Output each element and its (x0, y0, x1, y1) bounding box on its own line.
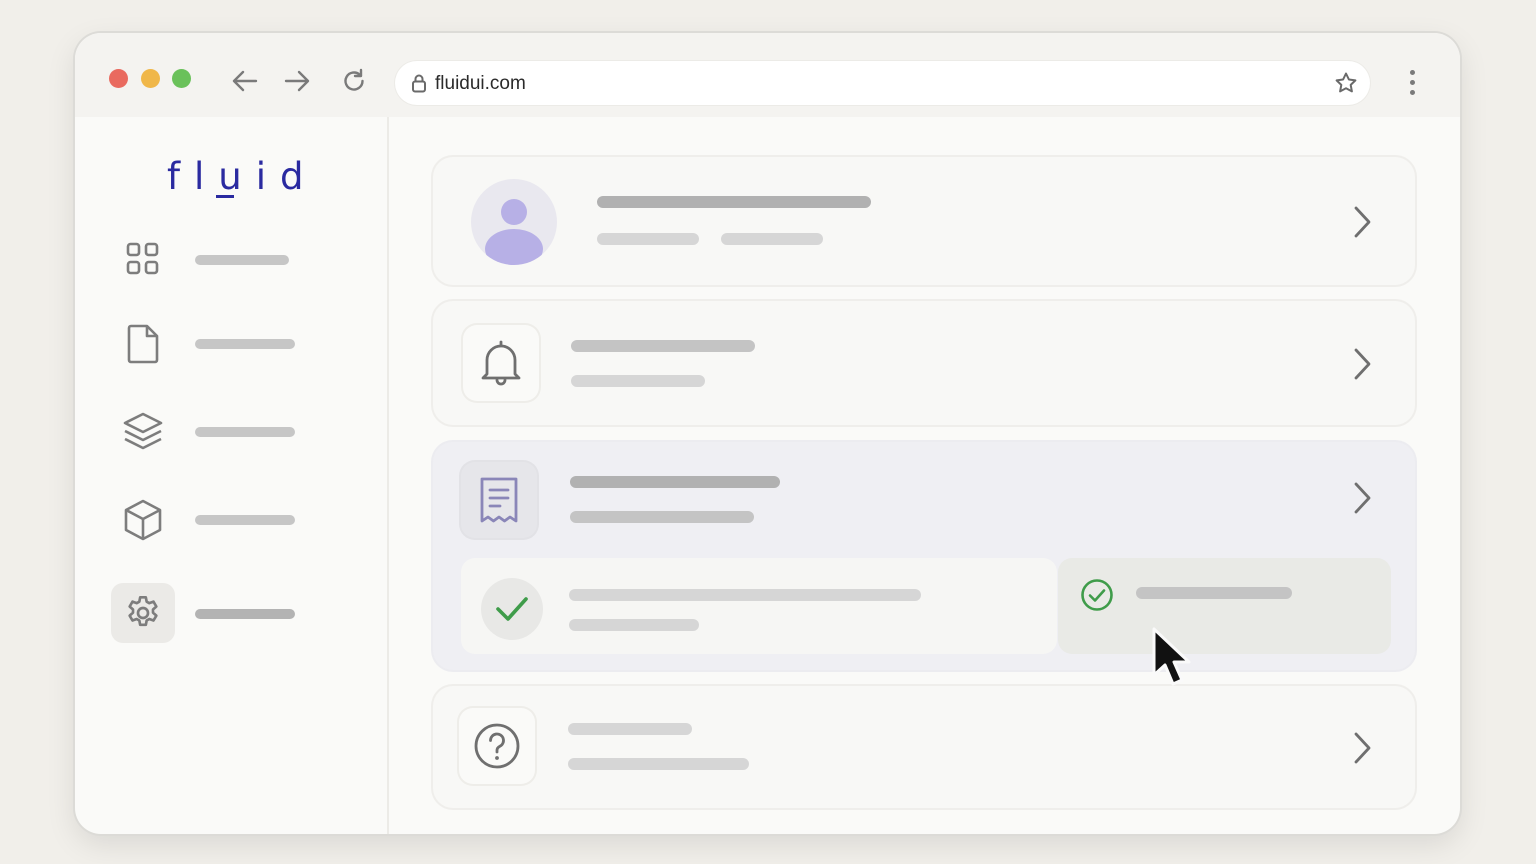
minimize-window-button[interactable] (141, 69, 160, 88)
sidebar-item-label-placeholder (195, 339, 295, 349)
title-placeholder (570, 476, 780, 488)
sidebar-item-products[interactable] (111, 490, 175, 550)
sidebar-item-label-placeholder (195, 427, 295, 437)
subtitle-placeholder (568, 758, 749, 770)
gear-icon (128, 596, 158, 627)
chevron-right-icon (1354, 732, 1371, 764)
subitem-title-placeholder (569, 589, 921, 601)
help-circle-icon (474, 723, 520, 769)
url-text: fluidui.com (435, 73, 526, 94)
chevron-right-icon (1354, 348, 1371, 380)
subitem-selected[interactable] (1058, 558, 1391, 654)
lock-icon (412, 74, 426, 93)
help-icon-box (459, 708, 535, 784)
receipt-icon-box (461, 462, 537, 538)
layers-icon (123, 412, 163, 450)
billing-card-expanded[interactable] (433, 442, 1415, 670)
sidebar-item-label-placeholder (195, 255, 289, 265)
title-placeholder (571, 340, 755, 352)
logo-underline (216, 195, 234, 198)
forward-button[interactable] (282, 66, 312, 96)
star-icon[interactable] (1334, 71, 1358, 95)
receipt-icon (480, 477, 518, 523)
maximize-window-button[interactable] (172, 69, 191, 88)
mouse-cursor-icon (1152, 627, 1191, 686)
profile-card[interactable] (433, 157, 1415, 285)
reload-button[interactable] (339, 66, 369, 96)
reload-icon (344, 68, 364, 91)
back-arrow-icon (232, 70, 258, 92)
document-icon (127, 324, 159, 364)
cube-icon (124, 499, 162, 541)
check-badge (481, 578, 543, 640)
bell-icon-box (463, 325, 539, 401)
notifications-card[interactable] (433, 301, 1415, 425)
subtitle-placeholder (571, 375, 705, 387)
help-card[interactable] (433, 686, 1415, 808)
sidebar-item-layers[interactable] (111, 402, 175, 462)
browser-window: fluidui.com fluid (75, 33, 1460, 834)
title-placeholder (568, 723, 692, 735)
subtitle-placeholder (570, 511, 754, 523)
close-window-button[interactable] (109, 69, 128, 88)
user-avatar-icon (471, 179, 557, 265)
grid-icon (126, 242, 159, 275)
sidebar-item-settings[interactable] (111, 583, 175, 643)
subitem-completed[interactable] (461, 558, 1057, 654)
sidebar-item-label-placeholder (195, 609, 295, 619)
kebab-menu-icon[interactable] (1402, 69, 1422, 97)
meta-placeholder (597, 233, 699, 245)
fluid-logo: fluid (167, 155, 318, 198)
subitem-title-placeholder (1136, 587, 1292, 599)
chevron-right-icon (1354, 482, 1371, 514)
address-bar[interactable]: fluidui.com (395, 61, 1370, 105)
title-placeholder (597, 196, 871, 208)
check-circle-icon (1081, 579, 1113, 611)
sidebar-item-dashboard[interactable] (111, 229, 175, 289)
browser-toolbar: fluidui.com (75, 33, 1460, 117)
sidebar-item-documents[interactable] (111, 314, 175, 374)
check-icon (496, 597, 528, 621)
sidebar-item-label-placeholder (195, 515, 295, 525)
bell-icon (481, 340, 521, 386)
meta-placeholder (721, 233, 823, 245)
chevron-right-icon (1354, 206, 1371, 238)
back-button[interactable] (230, 66, 260, 96)
forward-arrow-icon (284, 70, 310, 92)
sidebar: fluid (75, 117, 389, 834)
subitem-subtitle-placeholder (569, 619, 699, 631)
